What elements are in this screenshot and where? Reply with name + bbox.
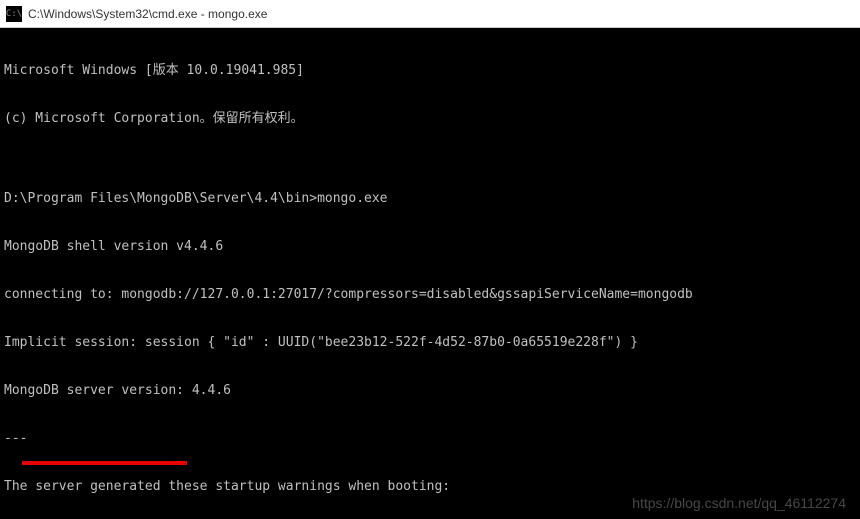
terminal-line: Implicit session: session { "id" : UUID(…	[4, 335, 856, 351]
terminal-body[interactable]: Microsoft Windows [版本 10.0.19041.985] (c…	[0, 28, 860, 519]
terminal-line: MongoDB server version: 4.4.6	[4, 383, 856, 399]
annotation-highlight	[22, 461, 187, 465]
terminal-line: D:\Program Files\MongoDB\Server\4.4\bin>…	[4, 191, 856, 207]
watermark-text: https://blog.csdn.net/qq_46112274	[632, 495, 846, 511]
titlebar[interactable]: C:\ C:\Windows\System32\cmd.exe - mongo.…	[0, 0, 860, 28]
terminal-line: Microsoft Windows [版本 10.0.19041.985]	[4, 63, 856, 79]
terminal-line: (c) Microsoft Corporation。保留所有权利。	[4, 111, 856, 127]
cmd-icon: C:\	[6, 6, 22, 22]
terminal-line: The server generated these startup warni…	[4, 479, 856, 495]
window-title: C:\Windows\System32\cmd.exe - mongo.exe	[28, 7, 267, 21]
terminal-line: connecting to: mongodb://127.0.0.1:27017…	[4, 287, 856, 303]
terminal-line: ---	[4, 431, 856, 447]
terminal-line: MongoDB shell version v4.4.6	[4, 239, 856, 255]
